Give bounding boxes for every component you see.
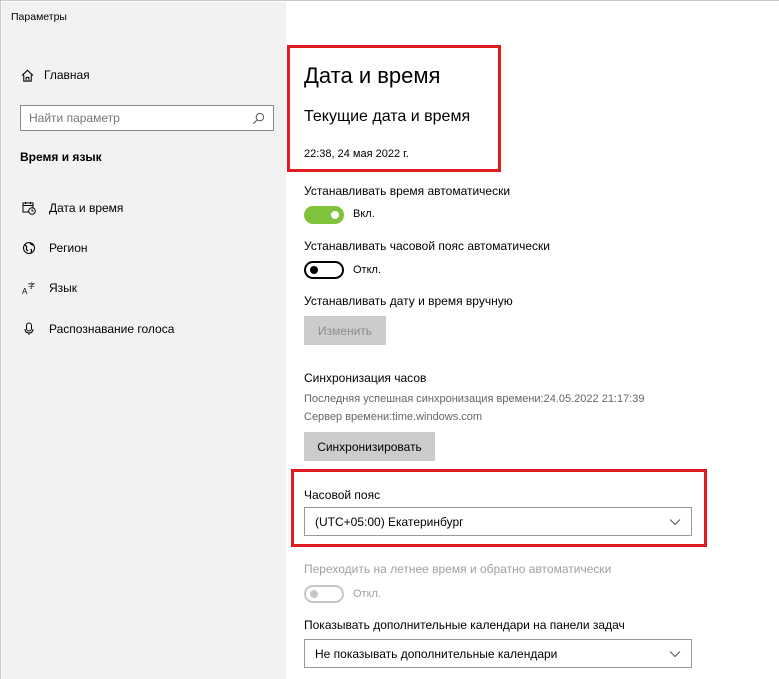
sync-title: Синхронизация часов bbox=[304, 371, 427, 385]
sidebar-item-label: Регион bbox=[49, 241, 88, 255]
home-label: Главная bbox=[44, 68, 90, 82]
sidebar-item-label: Дата и время bbox=[49, 201, 124, 215]
auto-time-state: Вкл. bbox=[353, 208, 375, 220]
sync-button[interactable]: Синхронизировать bbox=[304, 432, 435, 461]
globe-icon bbox=[21, 240, 37, 256]
search-input[interactable] bbox=[29, 111, 239, 125]
settings-window: Параметры Главная Время и язык bbox=[0, 0, 779, 679]
home-link[interactable]: Главная bbox=[20, 65, 90, 85]
sidebar-item-language[interactable]: A 字 Язык bbox=[2, 274, 286, 302]
sidebar-item-label: Язык bbox=[49, 281, 78, 295]
sidebar-item-region[interactable]: Регион bbox=[2, 234, 286, 262]
change-button[interactable]: Изменить bbox=[304, 316, 386, 345]
microphone-icon bbox=[21, 321, 37, 337]
main-panel: Дата и время Текущие дата и время 22:38,… bbox=[286, 2, 779, 679]
sidebar-item-speech[interactable]: Распознавание голоса bbox=[2, 315, 286, 343]
home-icon bbox=[21, 69, 34, 82]
manual-datetime-label: Устанавливать дату и время вручную bbox=[304, 294, 513, 308]
sidebar: Параметры Главная Время и язык bbox=[2, 2, 286, 679]
dst-label: Переходить на летнее время и обратно авт… bbox=[304, 562, 612, 576]
current-datetime: 22:38, 24 мая 2022 г. bbox=[304, 148, 409, 160]
timezone-label: Часовой пояс bbox=[304, 488, 381, 502]
auto-time-toggle[interactable] bbox=[304, 206, 344, 224]
dst-toggle[interactable] bbox=[304, 585, 344, 603]
section-subtitle: Текущие дата и время bbox=[304, 108, 471, 125]
window-title: Параметры bbox=[11, 11, 67, 23]
time-server-text: Сервер времени:time.windows.com bbox=[304, 411, 483, 423]
dst-state: Откл. bbox=[353, 588, 382, 600]
calendars-label: Показывать дополнительные календари на п… bbox=[304, 618, 625, 632]
calendars-value: Не показывать дополнительные календари bbox=[315, 646, 558, 661]
timezone-select[interactable]: (UTC+05:00) Екатеринбург bbox=[304, 507, 692, 536]
svg-text:字: 字 bbox=[28, 281, 35, 290]
page-title: Дата и время bbox=[304, 63, 441, 88]
search-box[interactable] bbox=[20, 105, 274, 131]
section-title: Время и язык bbox=[20, 150, 102, 164]
auto-time-label: Устанавливать время автоматически bbox=[304, 184, 511, 198]
calendars-select[interactable]: Не показывать дополнительные календари bbox=[304, 639, 692, 668]
chevron-down-icon bbox=[669, 650, 681, 657]
auto-timezone-state: Откл. bbox=[353, 264, 382, 276]
timezone-value: (UTC+05:00) Екатеринбург bbox=[315, 514, 464, 529]
sidebar-item-label: Распознавание голоса bbox=[49, 322, 175, 336]
auto-timezone-label: Устанавливать часовой пояс автоматически bbox=[304, 239, 550, 253]
language-icon: A 字 bbox=[21, 280, 37, 296]
last-sync-text: Последняя успешная синхронизация времени… bbox=[304, 393, 645, 405]
chevron-down-icon bbox=[669, 518, 681, 525]
sidebar-item-date-time[interactable]: Дата и время bbox=[2, 194, 286, 222]
auto-timezone-toggle[interactable] bbox=[304, 261, 344, 279]
search-icon[interactable] bbox=[252, 112, 265, 125]
calendar-clock-icon bbox=[21, 200, 37, 216]
